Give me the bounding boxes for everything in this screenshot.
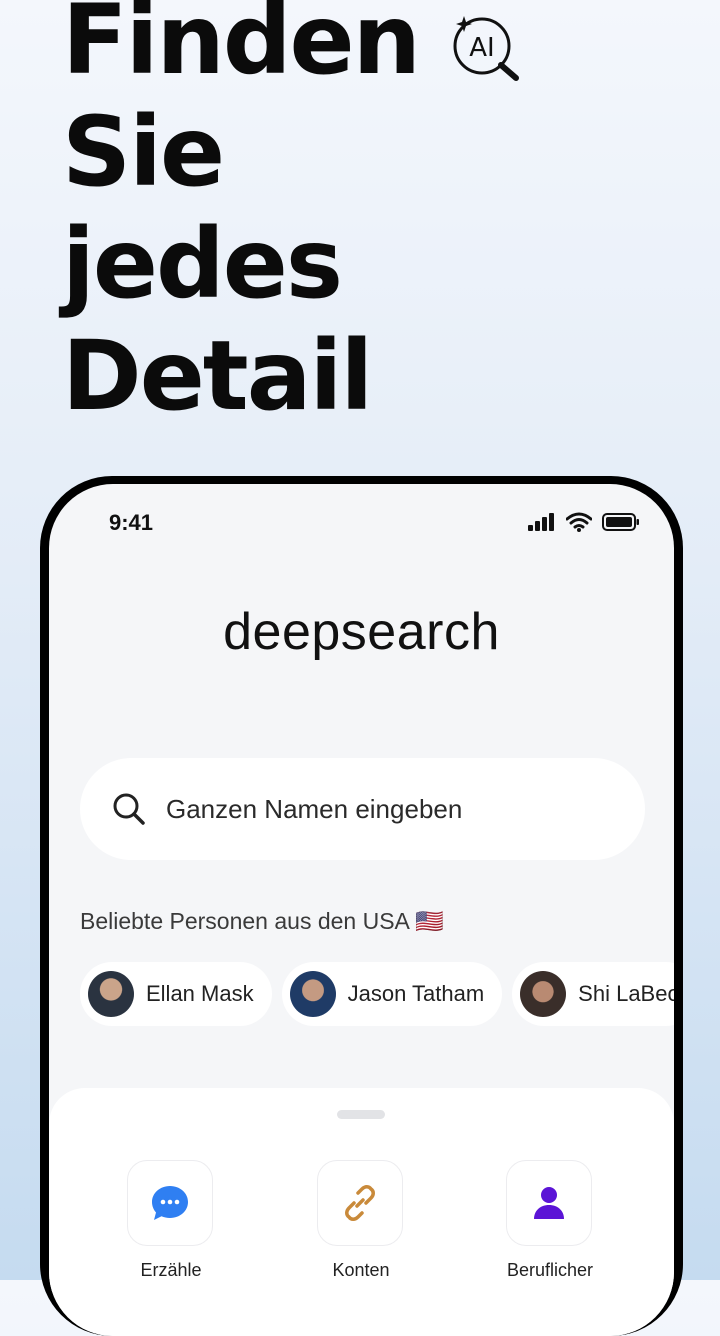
ai-search-icon: AI	[453, 16, 519, 81]
wifi-icon	[566, 512, 592, 532]
phone-screen: 9:41 deepsearch Ganzen Namen eingeben Be…	[49, 484, 674, 1336]
person-chip[interactable]: Shi LaBeo	[512, 962, 674, 1026]
person-chip[interactable]: Ellan Mask	[80, 962, 272, 1026]
avatar	[520, 971, 567, 1017]
popular-people-list: Ellan Mask Jason Tatham Shi LaBeo	[80, 962, 674, 1026]
headline-line: jedes	[62, 208, 343, 320]
person-name: Ellan Mask	[146, 981, 254, 1006]
headline: Finden Sie jedes Detail	[62, 0, 421, 432]
action-professional-label: Beruflicher	[506, 1260, 594, 1280]
person-name: Jason Tatham	[347, 981, 485, 1006]
status-icons	[528, 512, 640, 532]
person-name: Shi LaBeo	[578, 981, 674, 1006]
headline-line: Detail	[62, 320, 373, 432]
action-accounts-button[interactable]	[317, 1160, 403, 1246]
avatar	[289, 971, 336, 1017]
avatar	[88, 971, 134, 1017]
battery-icon	[602, 513, 639, 531]
headline-line: Finden	[62, 0, 421, 96]
search-placeholder: Ganzen Namen eingeben	[166, 794, 463, 824]
phone-mockup: 9:41 deepsearch Ganzen Namen eingeben Be…	[40, 476, 683, 1336]
app-title: deepsearch	[223, 603, 500, 661]
search-icon	[113, 793, 145, 825]
link-icon	[345, 1185, 375, 1221]
ai-badge-text: AI	[469, 33, 494, 63]
search-input[interactable]: Ganzen Namen eingeben	[80, 758, 645, 860]
bottom-sheet: Erzähle Konten Beruflicher	[49, 1088, 674, 1336]
chat-bubble-icon	[152, 1186, 188, 1220]
person-chip[interactable]: Jason Tatham	[281, 962, 503, 1026]
headline-line: Sie	[62, 96, 225, 208]
person-icon	[534, 1187, 564, 1219]
popular-section-label: Beliebte Personen aus den USA 🇺🇸	[80, 908, 444, 934]
action-professional-button[interactable]	[506, 1160, 592, 1246]
action-accounts-label: Konten	[332, 1260, 390, 1280]
signal-icon	[528, 513, 554, 531]
status-time: 9:41	[109, 510, 154, 535]
action-chat-button[interactable]	[127, 1160, 213, 1246]
action-chat-label: Erzähle	[140, 1260, 202, 1280]
drag-handle[interactable]	[337, 1110, 385, 1119]
